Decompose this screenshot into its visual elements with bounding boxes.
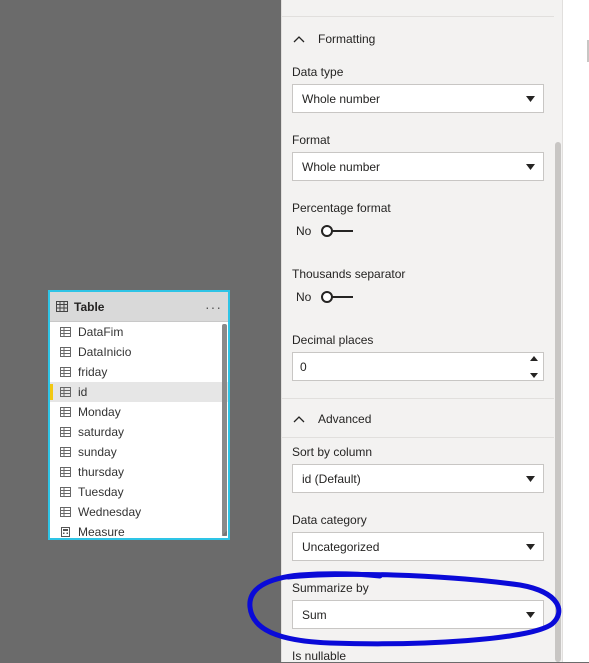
spinner-arrows [528,355,540,378]
table-icon [56,301,68,312]
field-row-id[interactable]: id [50,382,228,402]
advanced-section-title: Advanced [318,412,372,426]
caret-down-icon [526,163,535,170]
sort-by-column-dropdown[interactable]: id (Default) [292,464,544,493]
divider [282,437,554,438]
data-category-label: Data category [292,513,367,527]
chevron-up-icon [293,36,305,43]
caret-down-icon [526,543,535,550]
field-row-tuesday[interactable]: Tuesday [50,482,228,502]
field-row-thursday[interactable]: thursday [50,462,228,482]
field-row-datafim[interactable]: DataFim [50,322,228,342]
data-type-label: Data type [292,65,344,79]
field-name: DataFim [78,325,124,339]
summarize-by-dropdown[interactable]: Sum [292,600,544,629]
field-name: DataInicio [78,345,132,359]
sort-by-column-label: Sort by column [292,445,373,459]
field-name: friday [78,365,108,379]
is-nullable-label: Is nullable [292,649,347,663]
data-type-value: Whole number [302,91,381,106]
formatting-section-header[interactable]: Formatting [282,18,554,60]
field-row-sunday[interactable]: sunday [50,442,228,462]
field-name: thursday [78,465,125,479]
summarize-by-value: Sum [302,607,327,622]
table-column-icon [60,427,71,437]
field-name: Measure [78,525,125,538]
spin-down-icon[interactable] [530,372,538,378]
pane-scrollbar[interactable] [555,142,561,662]
data-category-value: Uncategorized [302,539,380,554]
calculator-icon [61,527,70,537]
field-row-datainicio[interactable]: DataInicio [50,342,228,362]
data-type-dropdown[interactable]: Whole number [292,84,544,113]
field-row-monday[interactable]: Monday [50,402,228,422]
field-list: DataFim DataInicio friday id Monday saturday s… [50,322,228,538]
table-column-icon [60,327,71,337]
format-dropdown[interactable]: Whole number [292,152,544,181]
data-category-dropdown[interactable]: Uncategorized [292,532,544,561]
caret-down-icon [526,611,535,618]
right-side-strip [562,0,589,662]
thousands-separator-toggle[interactable] [321,290,355,304]
caret-down-icon [526,475,535,482]
thousands-separator-label: Thousands separator [292,267,406,281]
percentage-format-label: Percentage format [292,201,391,215]
decimal-places-input[interactable]: 0 [292,352,544,381]
percentage-format-toggle[interactable] [321,224,355,238]
table-title: Table [74,299,105,314]
field-name: Tuesday [78,485,124,499]
summarize-by-label: Summarize by [292,581,369,595]
table-column-icon [60,487,71,497]
field-name: Wednesday [78,505,142,519]
table-card[interactable]: Table ··· DataFim DataInicio friday id Monda… [48,290,230,540]
table-column-icon [60,467,71,477]
decimal-places-value: 0 [300,359,307,374]
resize-grip-icon[interactable]: ◢ [222,529,227,537]
thousands-separator-state: No [296,290,312,304]
model-canvas[interactable]: Table ··· DataFim DataInicio friday id Monda… [0,0,281,662]
advanced-section-header[interactable]: Advanced [282,398,554,440]
sort-by-column-value: id (Default) [302,471,361,486]
properties-pane: Formatting Data type Whole number Format… [281,0,563,663]
field-row-friday[interactable]: friday [50,362,228,382]
table-column-icon [60,387,71,397]
field-name: saturday [78,425,125,439]
table-card-header[interactable]: Table ··· [50,292,228,322]
table-column-icon [60,507,71,517]
field-name: id [78,385,88,399]
percentage-format-state: No [296,224,312,238]
divider [282,16,554,17]
caret-down-icon [526,95,535,102]
chevron-up-icon [293,416,305,423]
thousands-separator-row: No [296,290,355,304]
format-label: Format [292,133,331,147]
field-name: sunday [78,445,117,459]
more-options-icon[interactable]: ··· [205,299,222,315]
table-column-icon [60,407,71,417]
formatting-section-title: Formatting [318,32,376,46]
table-column-icon [60,367,71,377]
format-value: Whole number [302,159,381,174]
table-column-icon [60,447,71,457]
field-name: Monday [78,405,121,419]
decimal-places-label: Decimal places [292,333,374,347]
field-row-wednesday[interactable]: Wednesday [50,502,228,522]
field-row-measure[interactable]: Measure [50,522,228,538]
field-row-saturday[interactable]: saturday [50,422,228,442]
percentage-format-row: No [296,224,355,238]
spin-up-icon[interactable] [530,355,538,361]
table-column-icon [60,347,71,357]
field-list-scrollbar[interactable] [222,324,227,536]
